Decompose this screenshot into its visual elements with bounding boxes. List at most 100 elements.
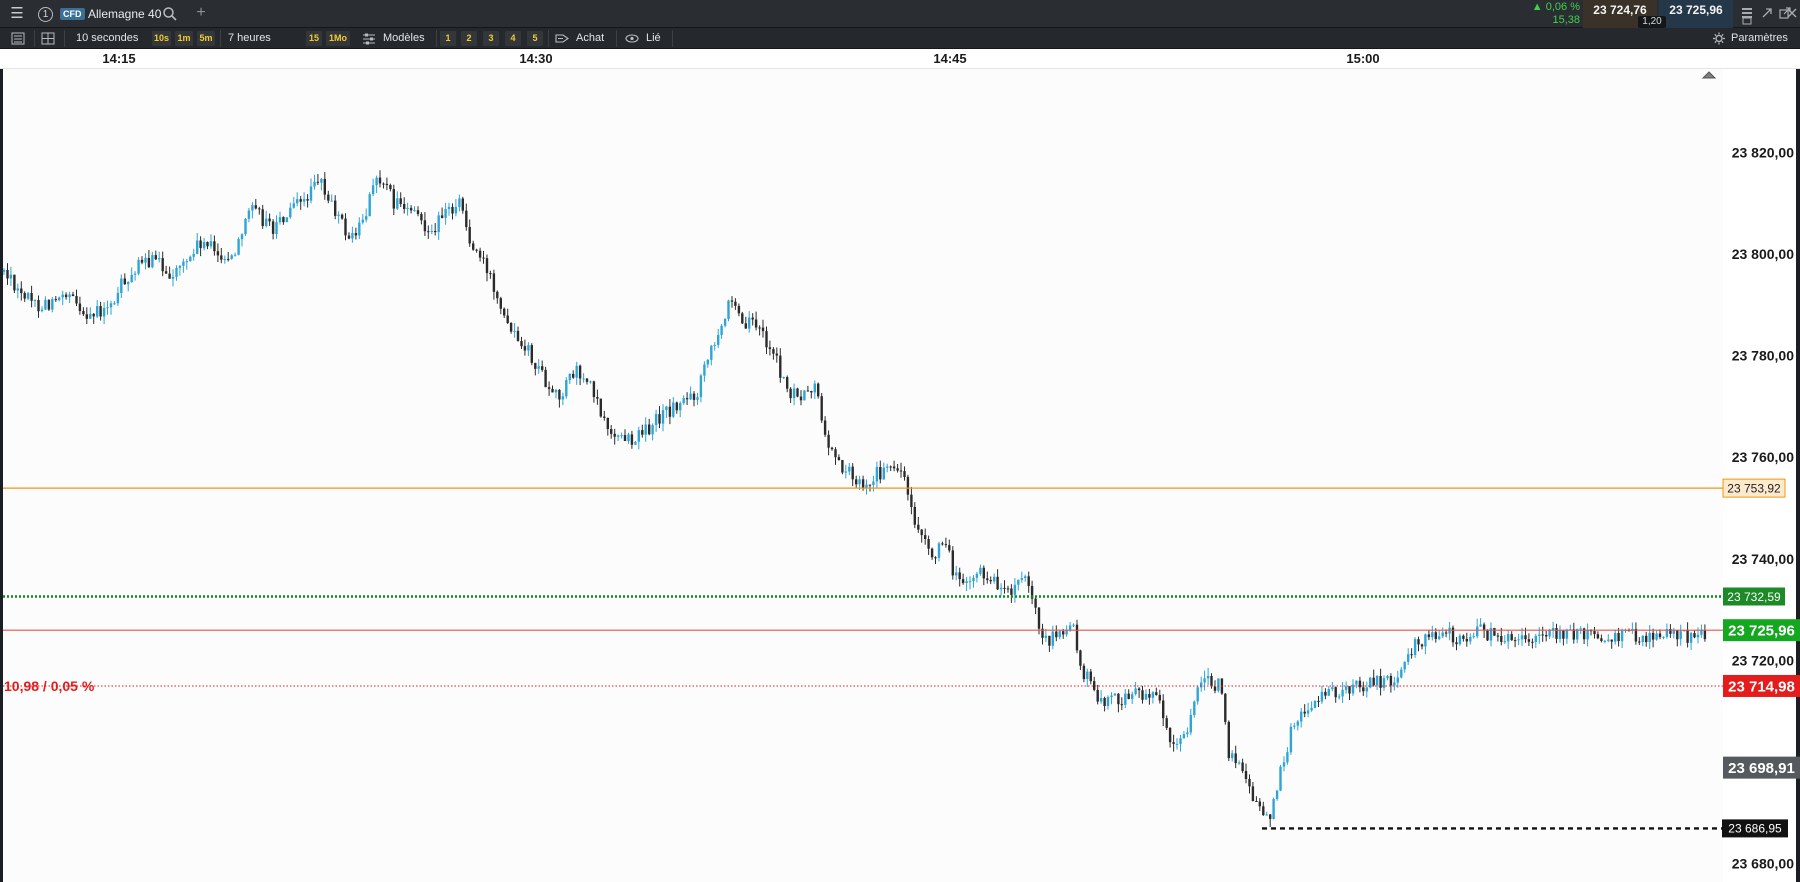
candle-body <box>523 346 527 351</box>
linked-toggle[interactable]: Lié <box>646 30 661 47</box>
interval-1m-button[interactable]: 1m <box>175 31 193 46</box>
candle-body <box>803 390 806 401</box>
candle-body <box>96 306 99 317</box>
candle-body <box>889 466 892 468</box>
candle-body <box>189 256 192 262</box>
candle-body <box>1110 695 1113 698</box>
close-icon[interactable] <box>1785 6 1799 20</box>
candle-body <box>654 414 658 425</box>
candle-body <box>1593 630 1596 635</box>
model-4-button[interactable]: 4 <box>505 31 521 46</box>
candle-body <box>1020 578 1023 580</box>
candle-body <box>1255 801 1258 802</box>
candle-body <box>896 468 899 471</box>
buy-order-icon[interactable] <box>554 31 570 46</box>
candle-body <box>761 327 765 332</box>
templates-button[interactable]: Modèles <box>383 30 425 47</box>
candle-body <box>258 208 261 210</box>
change-absolute: 15,38 <box>1552 14 1580 26</box>
candle-body <box>1586 630 1589 640</box>
candle-body <box>1676 630 1679 640</box>
candle-body <box>23 293 26 299</box>
candle-body <box>154 255 157 260</box>
candle-body <box>1027 576 1030 586</box>
buy-button[interactable]: Achat <box>576 30 604 47</box>
ask-price-button[interactable]: 23 725,96 <box>1659 0 1733 28</box>
candlestick-chart[interactable]: 14:15 14:30 14:45 15:00 23 820,00 23 800,00 23… <box>0 49 1800 882</box>
candle-body <box>1403 661 1406 670</box>
candle-body <box>1262 806 1265 816</box>
settings-button[interactable]: Paramètres <box>1731 30 1788 47</box>
model-5-button[interactable]: 5 <box>527 31 543 46</box>
candle-body <box>782 377 785 379</box>
candle-body <box>589 381 592 383</box>
candle-body <box>1658 633 1662 638</box>
candle-body <box>665 406 668 411</box>
interval-select[interactable]: 10 secondes <box>76 30 138 47</box>
range-select[interactable]: 7 heures <box>228 30 271 47</box>
candle-body <box>440 215 444 218</box>
candle-body <box>917 524 920 530</box>
candle-body <box>1210 676 1213 687</box>
candle-body <box>541 366 544 370</box>
candle-body <box>347 235 351 239</box>
plus-icon[interactable]: + <box>192 3 210 23</box>
gear-icon[interactable] <box>1711 31 1727 46</box>
candle-body <box>116 293 120 304</box>
candle-body <box>423 220 427 232</box>
candle-body <box>1324 691 1327 696</box>
instrument-tab[interactable]: 1 CFD Allemagne 40 <box>34 3 186 25</box>
candle-body <box>813 383 816 393</box>
restore-icon[interactable] <box>1760 6 1774 20</box>
model-1-button[interactable]: 1 <box>440 31 456 46</box>
candle-body <box>16 288 19 291</box>
candle-body <box>337 214 340 216</box>
candle-body <box>1003 587 1006 589</box>
candle-body <box>1086 671 1089 679</box>
candle-body <box>54 299 57 301</box>
candle-body <box>1431 632 1434 638</box>
candle-body <box>720 325 723 335</box>
candle-body <box>513 330 516 332</box>
candle-body <box>1303 711 1306 714</box>
candle-body <box>1486 629 1489 641</box>
candle-body <box>1620 630 1624 642</box>
candle-body <box>1072 624 1075 626</box>
candle-body <box>1482 624 1486 630</box>
candle-body <box>344 218 347 236</box>
candle-body <box>934 557 937 559</box>
candle-body <box>551 388 554 393</box>
model-2-button[interactable]: 2 <box>461 31 477 46</box>
candle-body <box>313 181 316 187</box>
price-chart[interactable]: 14:15 14:30 14:45 15:00 23 820,00 23 800,00 23… <box>0 49 1800 882</box>
candle-body <box>1217 678 1220 691</box>
interval-10s-button[interactable]: 10s <box>152 31 171 46</box>
templates-icon[interactable] <box>361 31 377 46</box>
list-icon[interactable] <box>10 31 26 46</box>
candle-body <box>106 307 109 309</box>
candle-body <box>948 545 951 551</box>
search-icon[interactable] <box>162 6 178 22</box>
candle-body <box>1200 682 1203 688</box>
candle-body <box>1179 738 1182 744</box>
model-3-button[interactable]: 3 <box>483 31 499 46</box>
candle-body <box>327 194 330 201</box>
range-1mo-button[interactable]: 1Mo <box>326 31 350 46</box>
candle-body <box>1162 700 1165 719</box>
range-15-button[interactable]: 15 <box>306 31 322 46</box>
restore-small-icon[interactable] <box>1742 16 1752 26</box>
candle-body <box>61 294 64 298</box>
grid-icon[interactable] <box>40 31 56 46</box>
candle-body <box>1203 678 1206 683</box>
candle-body <box>492 273 496 292</box>
link-icon[interactable] <box>624 31 640 46</box>
candle-body <box>1168 727 1172 743</box>
candle-body <box>1362 687 1365 692</box>
hamburger-icon[interactable]: ☰ <box>6 4 28 24</box>
candle-body <box>1279 766 1282 791</box>
candle-body <box>171 276 175 279</box>
interval-5m-button[interactable]: 5m <box>197 31 215 46</box>
candle-body <box>817 383 820 397</box>
candle-body <box>416 210 420 214</box>
candle-body <box>968 581 972 583</box>
